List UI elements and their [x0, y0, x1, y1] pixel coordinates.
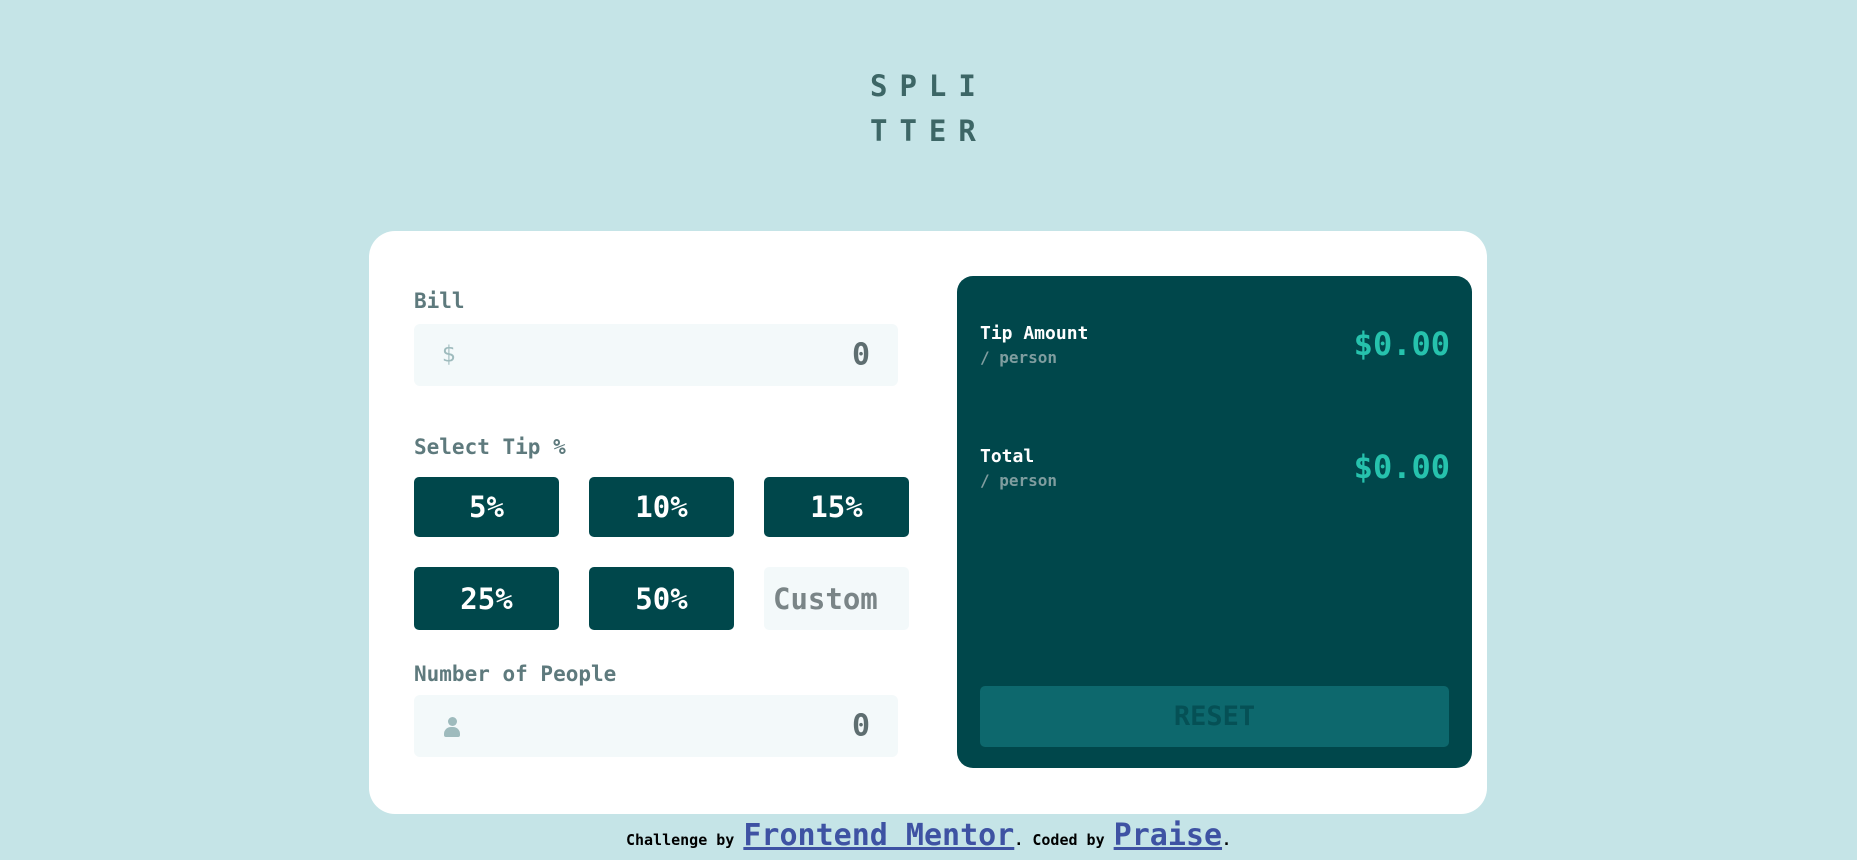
- attribution-middle: . Coded by: [1014, 831, 1114, 849]
- bill-input[interactable]: $ 0: [414, 324, 898, 386]
- bill-value: 0: [851, 337, 870, 373]
- custom-tip-input[interactable]: Custom: [764, 567, 909, 630]
- select-tip-label: Select Tip %: [414, 435, 566, 459]
- tip-amount-value: $0.00: [1353, 325, 1450, 363]
- person-icon: [444, 717, 460, 737]
- reset-button[interactable]: RESET: [980, 686, 1449, 747]
- attribution: Challenge by Frontend Mentor. Coded by P…: [0, 818, 1857, 853]
- tip-amount-per-person: / person: [980, 348, 1058, 367]
- number-of-people-label: Number of People: [414, 662, 617, 686]
- logo-line-1: SPLI: [870, 69, 988, 103]
- tip-25-button[interactable]: 25%: [414, 567, 559, 630]
- people-value: 0: [851, 708, 870, 744]
- tip-50-button[interactable]: 50%: [589, 567, 734, 630]
- total-title: Total: [980, 446, 1035, 467]
- results-panel: Tip Amount / person $0.00 Total / person…: [957, 276, 1472, 768]
- total-value: $0.00: [1353, 448, 1450, 486]
- tip-15-button[interactable]: 15%: [764, 477, 909, 537]
- total-per-person: / person: [980, 471, 1058, 490]
- frontend-mentor-link[interactable]: Frontend Mentor: [743, 818, 1014, 853]
- bill-label: Bill: [414, 289, 465, 313]
- calculator-card: Bill $ 0 Select Tip % 5% 10% 15% 25% 50%…: [369, 231, 1487, 814]
- tip-10-button[interactable]: 10%: [589, 477, 734, 537]
- author-link[interactable]: Praise: [1114, 818, 1222, 853]
- tip-5-button[interactable]: 5%: [414, 477, 559, 537]
- attribution-suffix: .: [1222, 831, 1232, 849]
- app-logo: SPLI TTER: [870, 64, 990, 154]
- logo-line-2: TTER: [870, 114, 988, 148]
- attribution-prefix: Challenge by: [625, 831, 744, 849]
- people-input[interactable]: 0: [414, 695, 898, 757]
- dollar-icon: $: [442, 342, 456, 368]
- tip-amount-title: Tip Amount: [980, 323, 1089, 344]
